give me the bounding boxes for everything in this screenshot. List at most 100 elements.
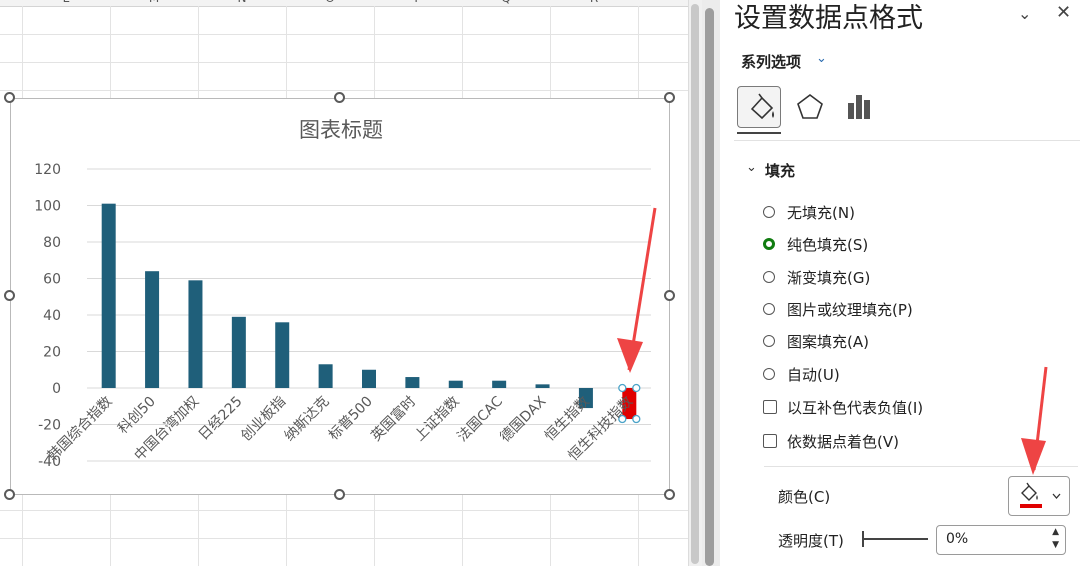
bar-chart[interactable]: 图表标题 -40-20020406080100120 韩国综合指数 科创50中国台… [11,99,671,496]
y-tick-label: 20 [43,345,61,361]
radio-label: 渐变填充(G) [787,269,871,287]
point-selection-handle[interactable] [632,414,641,424]
bar[interactable] [101,203,116,388]
tab-effects[interactable] [788,86,832,128]
chart-area[interactable]: 图表标题 -40 -20 0 20 40 60 80 100 120 韩国综合指数 科创50 中国台… [10,98,670,495]
y-tick-label: 40 [43,308,61,324]
paint-bucket-icon [1020,482,1061,508]
bar[interactable] [535,384,550,388]
chart-resize-handle[interactable] [334,489,345,500]
x-tick-label: 德国DAX [497,393,549,445]
divider [734,140,1080,141]
column-header[interactable]: L [22,0,110,5]
chart-resize-handle[interactable] [4,489,15,500]
bar[interactable] [448,380,463,388]
bar[interactable] [145,271,160,388]
bar[interactable] [405,377,420,388]
checkbox[interactable] [763,400,777,414]
radio-label: 图案填充(A) [787,333,869,351]
spin-up-icon[interactable]: ▲ [1052,527,1059,537]
grid-line [0,62,702,63]
transparency-spinbox[interactable]: 0% ▲ ▼ [936,525,1066,555]
checkbox-label: 依数据点着色(V) [787,433,899,451]
color-picker-button[interactable] [1008,476,1070,516]
transparency-slider[interactable] [862,538,928,540]
bar[interactable] [188,280,203,388]
chart-resize-handle[interactable] [4,290,15,301]
column-header[interactable]: Q [462,0,550,5]
column-header-row: L M N O P Q R [0,0,702,7]
series-options-dropdown[interactable]: 系列选项 [741,51,801,72]
color-swatch [1020,504,1042,508]
chart-resize-handle[interactable] [664,489,675,500]
bar-chart-icon [848,95,870,119]
y-tick-label: 100 [34,199,61,215]
grid-line [0,34,702,35]
x-tick-label: 创业板指 [238,394,289,445]
chart-resize-handle[interactable] [334,92,345,103]
chevron-down-icon [1052,493,1061,499]
checkbox[interactable] [763,434,777,448]
bar[interactable] [318,364,333,388]
tab-series-options[interactable] [838,86,882,128]
radio-button[interactable] [763,206,775,218]
x-tick-label: 纳斯达克 [282,394,333,445]
grid-line [0,510,702,511]
y-tick-label: 0 [52,381,61,397]
y-tick-label: 80 [43,235,61,251]
x-tick-label: 标普500 [326,394,376,444]
pane-title: 设置数据点格式 [734,3,923,34]
divider [764,466,1078,467]
tab-fill-line[interactable] [737,86,781,128]
column-header[interactable]: P [374,0,462,5]
column-header[interactable]: M [110,0,198,5]
chart-resize-handle[interactable] [4,92,15,103]
color-label: 颜色(C) [778,488,831,506]
column-header[interactable]: N [198,0,286,5]
column-header[interactable]: O [286,0,374,5]
sheet-scroll-thumb[interactable] [691,4,699,564]
y-tick-label: 60 [43,272,61,288]
checkbox-label: 以互补色代表负值(I) [787,399,924,417]
radio-button-selected[interactable] [763,238,775,250]
chart-resize-handle[interactable] [664,290,675,301]
transparency-value[interactable]: 0% [946,531,968,547]
format-data-point-pane: 设置数据点格式 ⌄ ✕ 系列选项 ⌄ ⌄ 填充 无填充(N) 纯色填充(S) 渐… [720,0,1080,566]
pane-options-chevron-icon[interactable]: ⌄ [1018,4,1031,23]
x-tick-label: 英国富时 [368,393,420,445]
radio-button[interactable] [763,368,775,380]
active-tab-underline [737,132,781,134]
radio-label: 纯色填充(S) [787,236,869,254]
radio-button[interactable] [763,271,775,283]
grid-line [0,90,702,91]
point-selection-handle[interactable] [632,383,641,393]
chevron-down-icon[interactable]: ⌄ [746,160,757,175]
bar[interactable] [362,369,376,388]
radio-button[interactable] [763,335,775,347]
chart-resize-handle[interactable] [664,92,675,103]
radio-label: 无填充(N) [787,204,855,222]
y-tick-label: 120 [34,162,61,178]
radio-label: 图片或纹理填充(P) [787,301,913,319]
x-tick-label: 科创50 [115,394,159,438]
spreadsheet-area[interactable]: L M N O P Q R 图表标题 -40-20020406080100120… [0,0,702,566]
bar[interactable] [275,322,290,388]
radio-button[interactable] [763,303,775,315]
x-tick-label: 上证指数 [412,394,463,445]
paint-bucket-icon [750,93,774,120]
bar[interactable] [231,316,246,388]
y-tick-label: -20 [38,418,61,434]
close-icon[interactable]: ✕ [1056,2,1071,23]
chart-title[interactable]: 图表标题 [299,118,383,142]
chevron-down-icon[interactable]: ⌄ [816,51,827,66]
spin-down-icon[interactable]: ▼ [1052,540,1059,550]
fill-section-header[interactable]: 填充 [765,160,795,181]
radio-label: 自动(U) [787,366,840,384]
column-header[interactable]: R [550,0,638,5]
pentagon-icon [797,94,823,119]
x-tick-label: 日经225 [196,394,246,444]
bar[interactable] [492,380,507,388]
pane-scroll-thumb[interactable] [705,8,714,566]
x-tick-label: 法国CAC [454,393,506,445]
point-selection-handle[interactable] [618,383,627,393]
